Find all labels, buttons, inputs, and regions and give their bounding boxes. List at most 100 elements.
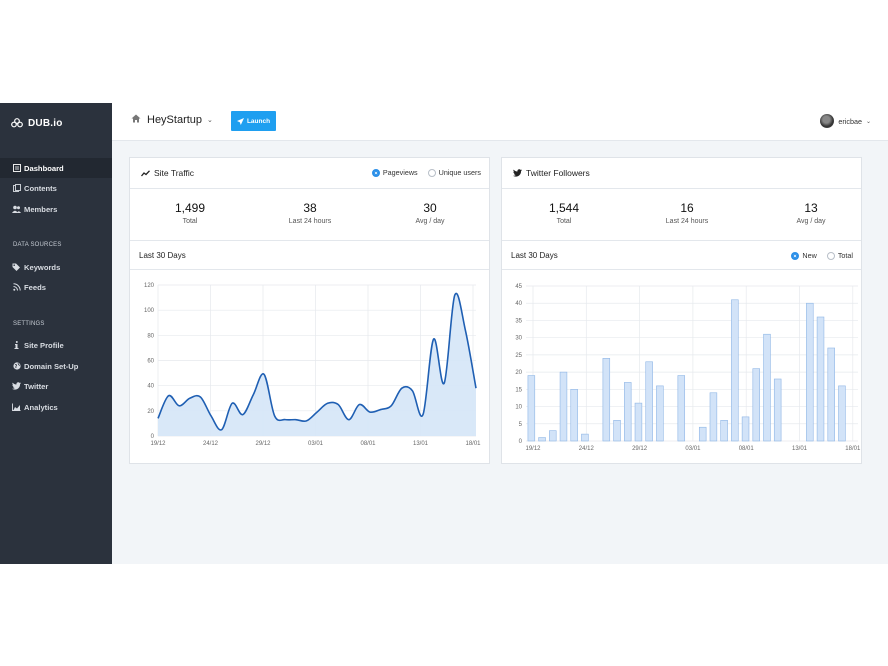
sidebar: DUB.io Dashboard Contents Members DATA S… xyxy=(0,103,112,564)
chevron-down-icon: ⌄ xyxy=(865,118,871,125)
card-header: Twitter Followers xyxy=(502,158,861,189)
sidebar-item-label: Dashboard xyxy=(24,163,64,173)
y-tick-label: 45 xyxy=(515,284,522,290)
twitter-icon xyxy=(12,382,21,391)
radio-total[interactable]: Total xyxy=(826,251,853,260)
x-tick-label: 29/12 xyxy=(632,446,648,452)
user-name: ericbae xyxy=(838,116,862,126)
sidebar-item-label: Keywords xyxy=(24,262,61,272)
bar xyxy=(538,437,546,442)
bar xyxy=(731,299,739,442)
chart-header: Last 30 Days xyxy=(130,241,489,270)
bar xyxy=(634,402,643,442)
x-tick-label: 18/01 xyxy=(465,441,481,447)
stat-value: 38 xyxy=(303,201,317,215)
radio-label: New xyxy=(802,251,817,260)
paper-plane-icon xyxy=(236,117,244,125)
y-tick-label: 30 xyxy=(515,336,522,342)
bar xyxy=(763,333,771,442)
sidebar-item-contents[interactable]: Contents xyxy=(0,178,112,198)
sidebar-item-site-profile[interactable]: Site Profile xyxy=(0,335,112,355)
x-tick-label: 08/01 xyxy=(360,441,376,447)
x-tick-label: 08/01 xyxy=(739,446,755,452)
stat-value: 30 xyxy=(423,201,437,215)
twitter-followers-title: Twitter Followers xyxy=(526,168,590,178)
site-traffic-chart: 0 20 40 60 80 100 120 19/12 24/12 29/12 03/01 08/01… xyxy=(144,283,481,447)
y-tick-label: 0 xyxy=(519,439,523,445)
x-tick-label: 24/12 xyxy=(579,446,595,452)
stat-label: Last 24 hours xyxy=(288,218,332,225)
x-tick-label: 29/12 xyxy=(255,441,271,447)
stat-label: Avg / day xyxy=(415,218,445,225)
bar xyxy=(741,416,750,442)
bar xyxy=(677,375,686,442)
home-icon xyxy=(131,114,141,126)
stat-label: Total xyxy=(556,218,572,225)
bar xyxy=(752,368,760,442)
radio-checked-icon xyxy=(371,168,380,177)
sidebar-item-members[interactable]: Members xyxy=(0,199,112,219)
settings-heading: SETTINGS xyxy=(13,321,45,327)
card-header: Site Traffic Pageviews Unique users xyxy=(130,158,489,189)
bar xyxy=(570,389,578,442)
sidebar-item-label: Contents xyxy=(24,183,57,193)
info-icon xyxy=(12,341,21,350)
follower-metric-toggle: New Total xyxy=(781,251,853,260)
site-switcher[interactable]: HeyStartup ⌄ xyxy=(131,114,213,126)
stat-total: 1,499 Total xyxy=(140,201,240,225)
radio-new[interactable]: New xyxy=(791,251,817,260)
launch-button[interactable]: Launch xyxy=(231,111,276,131)
bar xyxy=(806,302,814,442)
x-tick-label: 13/01 xyxy=(413,441,429,447)
radio-label: Pageviews xyxy=(382,168,418,177)
stat-total: 1,544 Total xyxy=(514,201,614,225)
stat-value: 1,544 xyxy=(548,201,580,215)
stat-label: Total xyxy=(182,218,198,225)
user-menu[interactable]: ericbae ⌄ xyxy=(820,114,871,128)
card-title: Twitter Followers xyxy=(513,168,590,178)
stat-avg-day: 30 Avg / day xyxy=(380,201,480,225)
sidebar-item-analytics[interactable]: Analytics xyxy=(0,397,112,417)
twitter-followers-card: Twitter Followers 1,544 Total 16 Last 24… xyxy=(501,157,862,464)
bar xyxy=(709,392,718,442)
topbar: HeyStartup ⌄ Launch ericbae ⌄ xyxy=(112,103,888,141)
sidebar-item-dashboard[interactable]: Dashboard xyxy=(0,158,112,178)
sidebar-item-feeds[interactable]: Feeds xyxy=(0,277,112,297)
data-sources-heading: DATA SOURCES xyxy=(13,242,62,248)
line-chart-icon xyxy=(141,169,150,176)
stat-value: 13 xyxy=(804,201,818,215)
y-tick-label: 80 xyxy=(147,333,154,339)
y-tick-label: 40 xyxy=(515,301,522,307)
y-tick-label: 25 xyxy=(515,353,522,359)
radio-checked-icon xyxy=(791,251,800,260)
x-tick-label: 03/01 xyxy=(308,441,324,447)
bar xyxy=(827,347,835,442)
stat-value: 1,499 xyxy=(174,201,206,215)
sidebar-item-keywords[interactable]: Keywords xyxy=(0,257,112,277)
files-icon xyxy=(12,184,21,193)
sidebar-item-domain-setup[interactable]: Domain Set-Up xyxy=(0,356,112,376)
stat-last-24h: 16 Last 24 hours xyxy=(637,201,737,225)
globe-icon xyxy=(12,362,21,371)
y-tick-label: 15 xyxy=(515,387,522,393)
radio-pageviews[interactable]: Pageviews xyxy=(371,168,418,177)
card-title: Site Traffic xyxy=(141,168,194,178)
bar xyxy=(613,420,621,442)
logo-icon xyxy=(11,118,23,128)
logo[interactable]: DUB.io xyxy=(11,115,63,131)
sidebar-item-label: Site Profile xyxy=(24,340,64,350)
y-tick-label: 10 xyxy=(515,405,522,411)
stats-row: 1,499 Total 38 Last 24 hours 30 Avg / da… xyxy=(130,189,489,241)
y-tick-label: 120 xyxy=(144,283,155,289)
traffic-area-fill xyxy=(158,293,476,436)
sidebar-item-twitter[interactable]: Twitter xyxy=(0,376,112,396)
area-chart-icon xyxy=(12,403,21,412)
radio-unique-users[interactable]: Unique users xyxy=(427,168,481,177)
bar xyxy=(773,378,782,442)
chart-period-label: Last 30 Days xyxy=(139,251,186,260)
y-tick-label: 60 xyxy=(147,359,154,365)
bar xyxy=(581,433,589,442)
logo-text: DUB.io xyxy=(28,117,63,129)
chart-period-label: Last 30 Days xyxy=(511,251,558,260)
bar xyxy=(698,426,707,442)
